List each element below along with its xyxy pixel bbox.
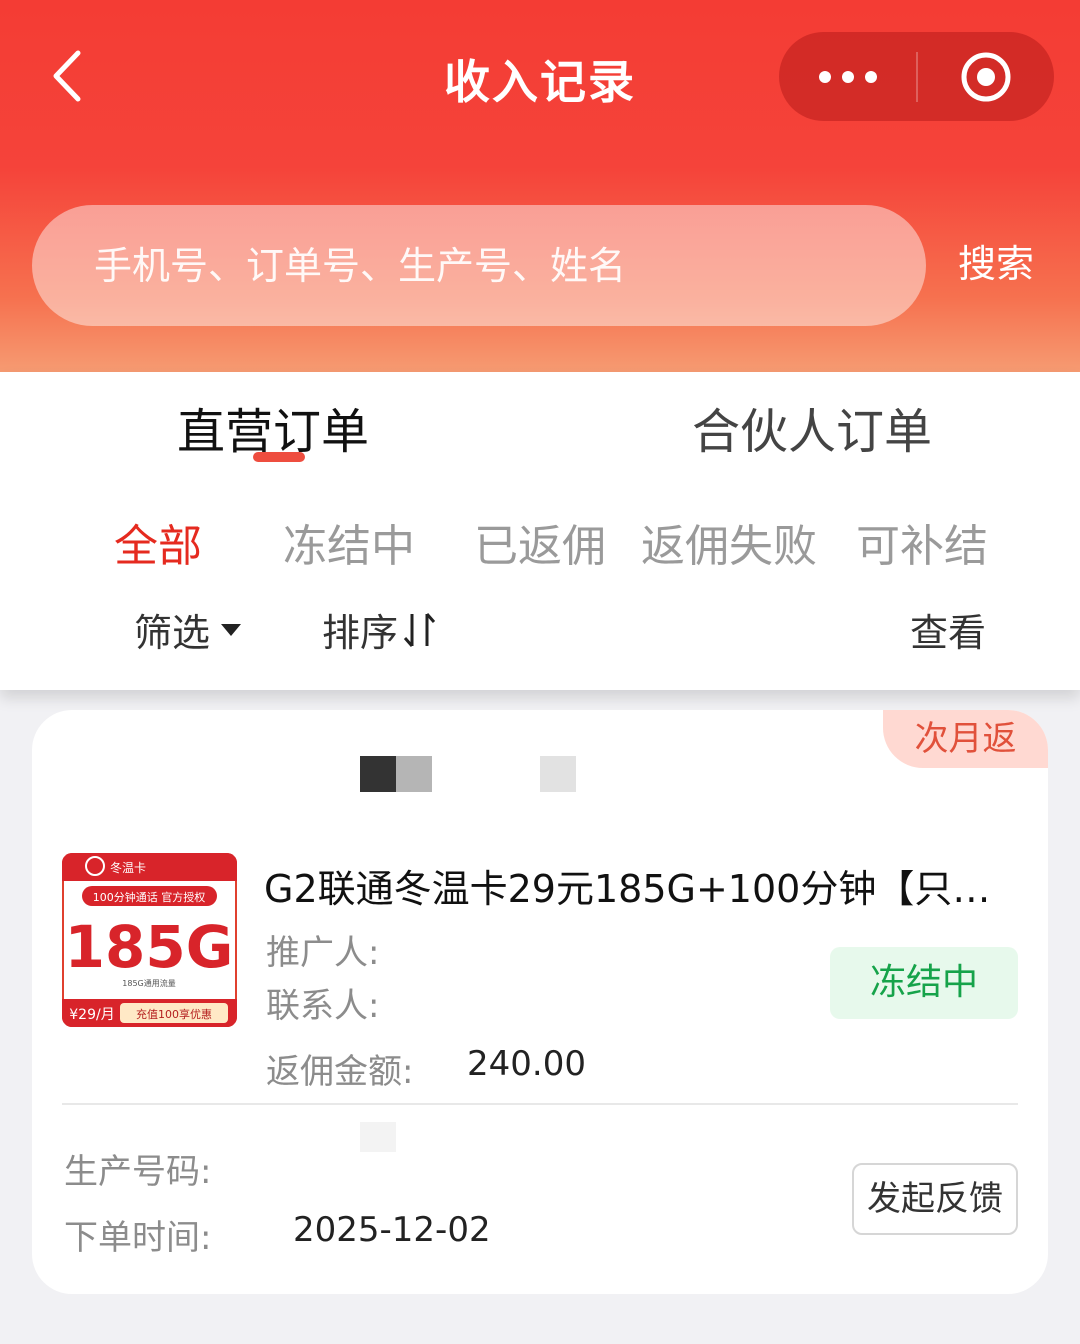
product-name: G2联通冬温卡29元185G+100分钟【只限第一次充值送100】 [264,867,1004,911]
redacted-block [360,756,396,792]
status-badge: 冻结中 [830,947,1018,1019]
view-button[interactable]: 查看 [910,602,986,657]
search-input[interactable] [94,243,874,288]
contact-label: 联系人: [266,986,380,1026]
rebate-amount-label: 返佣金额: [266,1052,414,1092]
image-tag-text: 冬温卡 [110,860,146,875]
promoter-label: 推广人: [266,933,380,973]
status-tab-frozen[interactable]: 冻结中 [283,510,415,574]
mini-program-capsule [779,32,1054,121]
filter-button[interactable]: 筛选 [134,602,244,657]
order-time-value: 2025-12-02 [293,1210,491,1250]
search-box [32,205,926,326]
product-image: 冬温卡 100分钟通话 官方授权 185G 185G通用流量 ¥29/月 充值1… [62,853,237,1027]
close-miniprogram-button[interactable] [918,32,1054,121]
rebate-amount-value: 240.00 [467,1044,586,1084]
dot-icon [864,70,877,83]
order-time-label: 下单时间: [64,1218,212,1258]
svg-text:¥29/月: ¥29/月 [69,1007,114,1023]
status-tab-rebate-failed[interactable]: 返佣失败 [641,510,817,574]
order-card[interactable]: 次月返 冬温卡 100分钟通话 官方授权 185G 185G通用流量 ¥29/月… [32,710,1048,1294]
svg-text:100分钟通话 官方授权: 100分钟通话 官方授权 [93,890,206,904]
search-button[interactable]: 搜索 [958,233,1034,288]
sort-label: 排序 [322,611,399,655]
more-button[interactable] [779,32,916,121]
production-number-label: 生产号码: [64,1152,212,1192]
status-tab-all[interactable]: 全部 [114,510,202,574]
status-tab-resettle[interactable]: 可补结 [856,510,988,574]
tab-active-indicator [253,452,305,462]
filter-label: 筛选 [134,611,211,655]
redacted-block [360,1122,396,1152]
svg-text:185G通用流量: 185G通用流量 [122,978,175,988]
svg-text:185G: 185G [65,913,234,981]
dot-icon [818,70,831,83]
caret-down-icon [221,623,242,636]
tab-partner-orders[interactable]: 合伙人订单 [692,392,932,462]
card-divider [62,1103,1018,1105]
dot-icon [841,70,854,83]
svg-text:充值100享优惠: 充值100享优惠 [136,1007,212,1021]
target-icon [961,52,1011,101]
status-tab-rebated[interactable]: 已返佣 [474,510,606,574]
sort-button[interactable]: 排序 [322,602,440,657]
sort-icon [403,612,436,647]
feedback-button[interactable]: 发起反馈 [852,1163,1018,1235]
redacted-block [540,756,576,792]
redacted-block [396,756,432,792]
header-bar: 收入记录 搜索 [0,0,1080,372]
rebate-type-badge: 次月返 [883,710,1048,768]
